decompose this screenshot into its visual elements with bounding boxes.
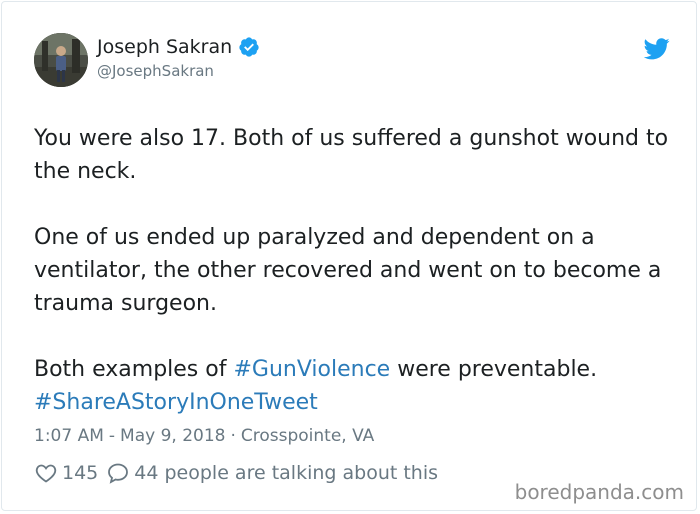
tweet-time-link[interactable]: 1:07 AM <box>34 424 104 448</box>
tweet-paragraph-3-prefix: Both examples of <box>34 357 234 382</box>
hashtag-shareastoryinonetweet-link[interactable]: #ShareAStoryInOneTweet <box>34 390 318 415</box>
meta-separator: - <box>108 426 116 446</box>
tweet-paragraph-3: Both examples of #GunViolence were preve… <box>34 353 674 419</box>
author-handle[interactable]: @JosephSakran <box>97 61 214 81</box>
tweet-actions: 145 44 people are talking about this <box>34 459 446 487</box>
speech-bubble-icon[interactable] <box>106 461 130 485</box>
verified-badge-icon <box>238 36 260 58</box>
tweet-meta: 1:07 AM - May 9, 2018 · Crosspointe, VA <box>34 424 374 448</box>
hashtag-gunviolence-link[interactable]: #GunViolence <box>233 357 390 382</box>
like-count[interactable]: 145 <box>62 459 98 487</box>
tweet-paragraph-3-suffix: were preventable. <box>390 357 598 382</box>
tweet-card: Joseph Sakran @JosephSakran You were als… <box>1 1 697 511</box>
tweet-paragraph-1: You were also 17. Both of us suffered a … <box>34 126 669 184</box>
twitter-bird-icon[interactable] <box>643 38 670 60</box>
heart-icon[interactable] <box>34 461 58 485</box>
conversation-link[interactable]: 44 people are talking about this <box>134 459 438 487</box>
tweet-text: You were also 17. Both of us suffered a … <box>34 122 674 419</box>
author-display-name[interactable]: Joseph Sakran <box>97 35 232 59</box>
meta-dot-separator: · <box>230 426 236 446</box>
tweet-paragraph-2: One of us ended up paralyzed and depende… <box>34 225 662 316</box>
tweet-date-link[interactable]: May 9, 2018 <box>120 424 225 448</box>
author-name-row[interactable]: Joseph Sakran <box>97 35 260 59</box>
tweet-location-link[interactable]: Crosspointe, VA <box>241 424 374 448</box>
avatar[interactable] <box>34 33 88 87</box>
watermark: boredpanda.com <box>514 480 684 504</box>
